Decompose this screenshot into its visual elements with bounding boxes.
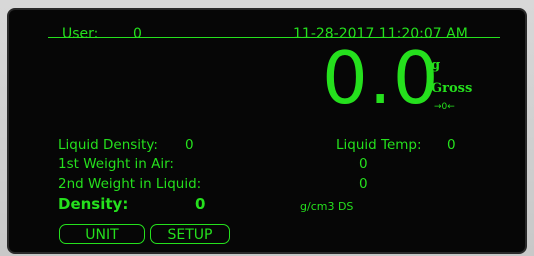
weight-in-liquid-label: 2nd Weight in Liquid: — [58, 176, 202, 192]
scale-screen — [7, 8, 527, 254]
density-label: Density: — [58, 195, 129, 213]
weight-in-liquid-value: 0 — [359, 176, 368, 192]
liquid-temp-value: 0 — [447, 137, 456, 153]
unit-button[interactable]: UNIT — [59, 224, 145, 244]
display-frame: User: 0 11-28-2017 11:20:07 AM 0.0 g Gro… — [0, 0, 534, 256]
user-value: 0 — [133, 26, 142, 42]
weight-readout: 0.0 — [322, 36, 440, 120]
weight-in-air-label: 1st Weight in Air: — [58, 156, 174, 172]
density-unit: g/cm3 DS — [300, 200, 354, 213]
setup-button[interactable]: SETUP — [150, 224, 230, 244]
liquid-density-value: 0 — [185, 137, 194, 153]
weight-unit: g — [431, 58, 441, 73]
user-label: User: — [62, 26, 99, 42]
liquid-density-label: Liquid Density: — [58, 137, 158, 153]
density-value: 0 — [195, 195, 206, 213]
weight-in-air-value: 0 — [359, 156, 368, 172]
weight-mode: Gross — [431, 81, 473, 96]
center-zero-icon: →0← — [434, 102, 455, 112]
liquid-temp-label: Liquid Temp: — [336, 137, 422, 153]
